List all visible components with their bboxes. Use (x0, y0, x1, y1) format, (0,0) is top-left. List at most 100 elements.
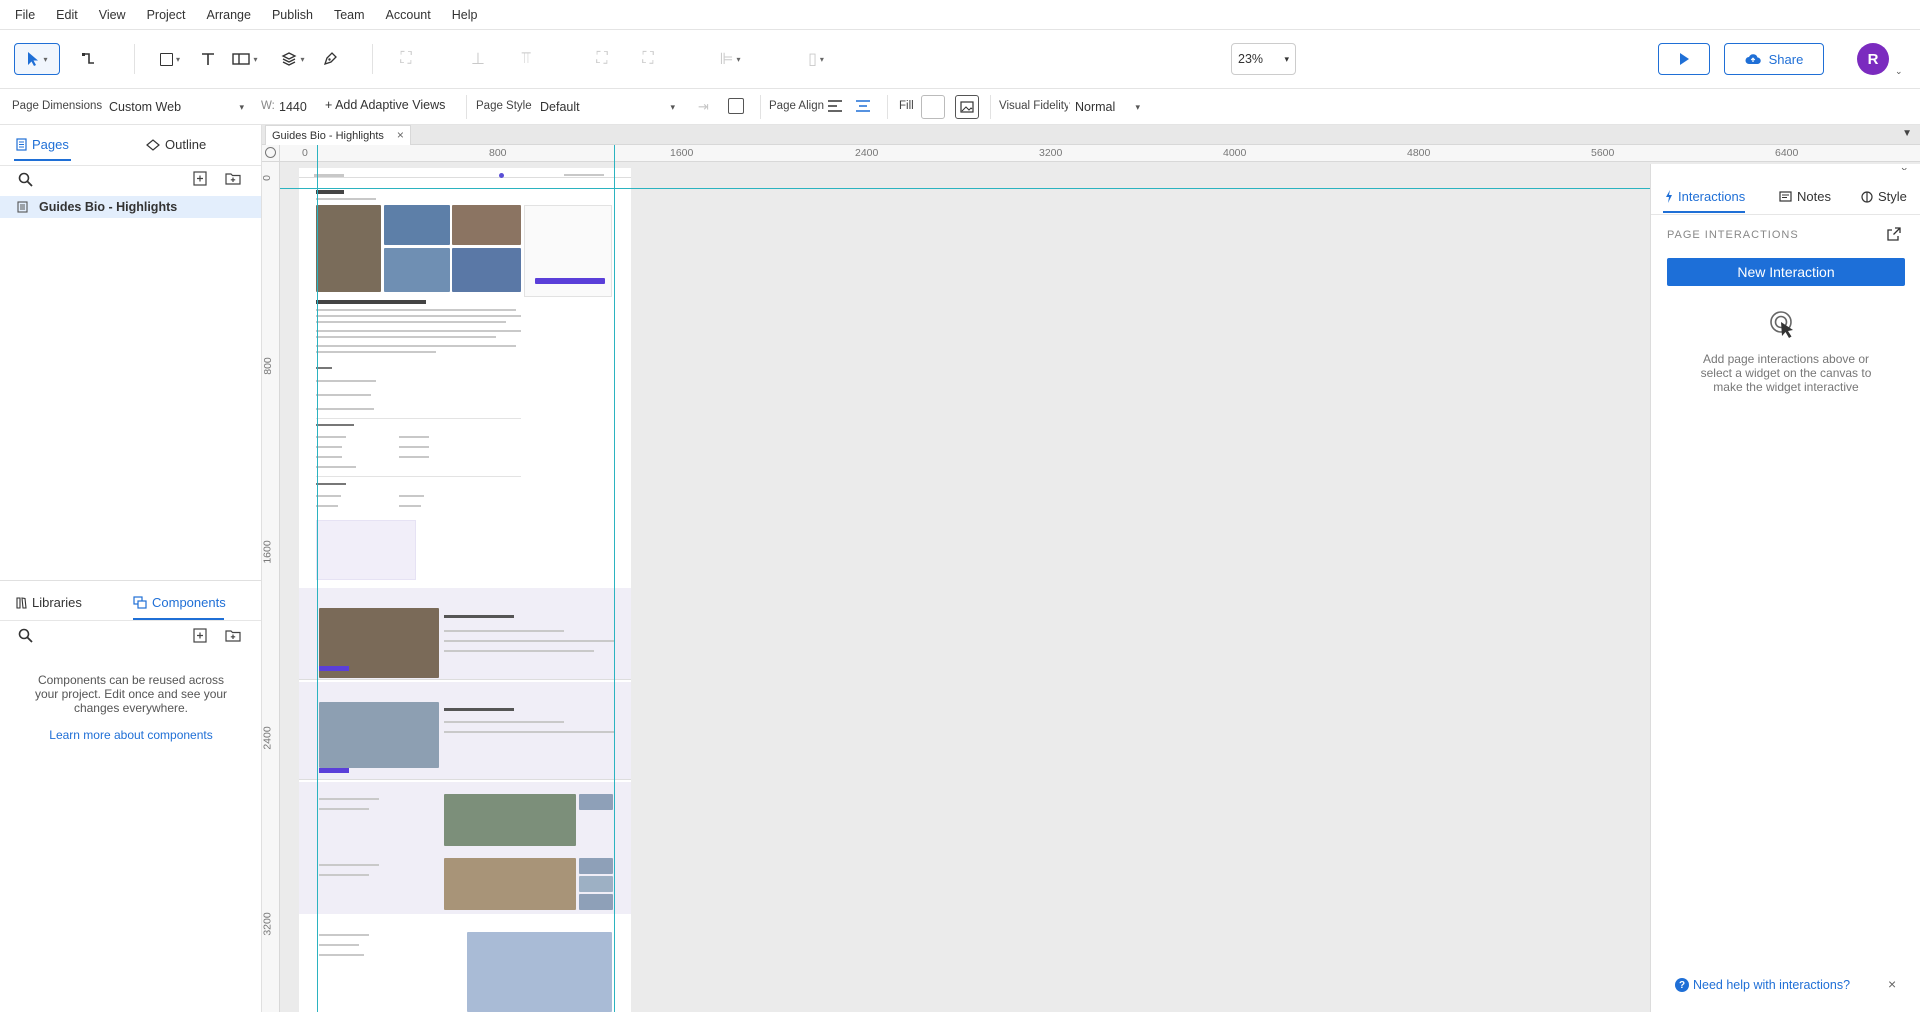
photo-placeholder (579, 858, 613, 874)
tab-notes-label: Notes (1797, 189, 1831, 204)
preview-button[interactable] (1658, 43, 1710, 75)
chevron-down-icon[interactable]: ▾ (43, 55, 47, 64)
menu-publish[interactable]: Publish (272, 8, 313, 22)
photo-placeholder (444, 794, 576, 846)
outline-icon (146, 138, 160, 151)
crop-icon[interactable]: ⛶ (392, 43, 420, 75)
chevron-down-icon[interactable]: ⌄ (1895, 66, 1903, 77)
menu-file[interactable]: File (15, 8, 35, 22)
add-adaptive-views-button[interactable]: + Add Adaptive Views (325, 98, 445, 112)
text-tool-button[interactable] (196, 43, 220, 75)
toolbar: ▾ ▾ ▾ ▾ ⛶ ⊥ ⫪ ⛶ ⛶ ⊫ ▾ ▯ ▾ 23% ▾ Share R ⌄ (0, 30, 1920, 89)
tab-style[interactable]: Style (1861, 189, 1907, 204)
library-icon (16, 596, 27, 609)
interaction-cursor-icon (1770, 311, 1793, 338)
chevron-down-icon[interactable]: ▾ (176, 55, 180, 64)
page-icon (16, 138, 27, 151)
align-left-icon[interactable] (827, 100, 843, 112)
tab-pages[interactable]: Pages (16, 137, 69, 152)
visual-fidelity-select[interactable]: Normal ▾ (1068, 95, 1146, 119)
chevron-down-icon[interactable]: ▾ (253, 55, 257, 64)
share-button[interactable]: Share (1724, 43, 1824, 75)
ruler-label: 1600 (261, 540, 274, 564)
fill-image-button[interactable] (955, 95, 979, 119)
ungroup-icon[interactable]: ⛶ (634, 43, 662, 75)
fill-label: Fill (899, 100, 914, 112)
photo-placeholder (444, 858, 576, 910)
close-icon[interactable]: × (397, 128, 404, 142)
add-folder-icon[interactable] (225, 172, 241, 185)
menu-project[interactable]: Project (147, 8, 186, 22)
rectangle-tool-button[interactable]: ▾ (150, 43, 190, 75)
tab-interactions-label: Interactions (1678, 189, 1746, 204)
select-tool-button[interactable]: ▾ (14, 43, 60, 75)
page-dimensions-label: Page Dimensions (12, 100, 103, 112)
add-folder-icon[interactable] (225, 629, 241, 642)
add-page-icon[interactable] (193, 171, 207, 186)
page-list-item[interactable]: Guides Bio - Highlights (0, 196, 261, 218)
document-tab-bar: Guides Bio - Highlights × ▼ (262, 125, 1920, 145)
image-icon (960, 101, 974, 113)
fill-color-swatch[interactable] (921, 95, 945, 119)
properties-bar: Page Dimensions Custom Web ▾ W: 1440 + A… (0, 89, 1920, 125)
align-left-icon[interactable]: ⊫ ▾ (710, 43, 750, 75)
chevron-down-icon[interactable]: ▼ (1902, 128, 1912, 139)
add-component-icon[interactable] (193, 628, 207, 643)
chevron-down-icon[interactable]: ▾ (300, 55, 304, 64)
tab-outline[interactable]: Outline (146, 137, 206, 152)
connector-tool-button[interactable] (72, 43, 104, 75)
page-dimensions-select[interactable]: Custom Web ▾ (102, 95, 250, 119)
image-tool-button[interactable]: ▾ (226, 43, 264, 75)
new-interaction-button[interactable]: New Interaction (1667, 258, 1905, 286)
distribute-icon[interactable]: ⫪ (512, 43, 540, 75)
user-avatar[interactable]: R (1857, 43, 1889, 75)
search-icon[interactable] (18, 172, 33, 187)
align-bottom-icon[interactable]: ⊥ (464, 43, 492, 75)
ruler-label: 3200 (261, 912, 274, 936)
search-icon[interactable] (18, 628, 33, 643)
visual-fidelity-value: Normal (1075, 100, 1116, 114)
menu-edit[interactable]: Edit (56, 8, 78, 22)
layers-tool-button[interactable]: ▾ (274, 43, 312, 75)
tab-components-label: Components (152, 595, 226, 610)
tab-libraries[interactable]: Libraries (16, 595, 82, 610)
photo-placeholder (319, 702, 439, 768)
tab-style-label: Style (1878, 189, 1907, 204)
tab-interactions[interactable]: Interactions (1665, 189, 1745, 204)
arrange-icon[interactable]: ▯ ▾ (796, 43, 836, 75)
style-edit-icon[interactable] (728, 98, 744, 114)
chevron-down-icon: ▾ (239, 101, 244, 112)
group-icon[interactable]: ⛶ (588, 43, 616, 75)
components-icon (133, 596, 147, 609)
menu-account[interactable]: Account (386, 8, 431, 22)
align-center-icon[interactable] (855, 100, 871, 112)
text-icon (202, 53, 214, 65)
photo-placeholder (579, 894, 613, 910)
avatar-initial: R (1867, 50, 1879, 68)
width-input[interactable]: 1440 (276, 95, 314, 119)
style-reset-icon[interactable]: ⇥ (698, 99, 709, 115)
pen-tool-button[interactable] (316, 43, 344, 75)
ruler-label: 2400 (261, 726, 274, 750)
menu-arrange[interactable]: Arrange (206, 8, 250, 22)
tab-libraries-label: Libraries (32, 595, 82, 610)
page-canvas-artwork[interactable] (299, 168, 631, 1012)
help-link[interactable]: Need help with interactions? (1693, 978, 1850, 992)
tab-components[interactable]: Components (133, 595, 226, 610)
page-style-select[interactable]: Default ▾ (533, 95, 681, 119)
menu-view[interactable]: View (99, 8, 126, 22)
tab-outline-label: Outline (165, 137, 207, 152)
lightning-icon (1666, 190, 1672, 203)
document-tab[interactable]: Guides Bio - Highlights × (265, 125, 411, 145)
learn-more-link[interactable]: Learn more about components (30, 728, 232, 742)
menu-help[interactable]: Help (452, 8, 478, 22)
ruler-label: 4000 (1223, 147, 1247, 159)
zoom-select[interactable]: 23% ▾ (1231, 43, 1296, 75)
left-panel: Pages Outline Guides Bio - Highlights Li… (0, 125, 262, 1012)
external-link-icon[interactable] (1887, 227, 1901, 241)
ruler-origin[interactable] (262, 145, 280, 162)
page-align-label: Page Align (769, 100, 824, 112)
close-icon[interactable]: × (1888, 976, 1896, 992)
tab-notes[interactable]: Notes (1779, 189, 1831, 204)
menu-team[interactable]: Team (334, 8, 365, 22)
